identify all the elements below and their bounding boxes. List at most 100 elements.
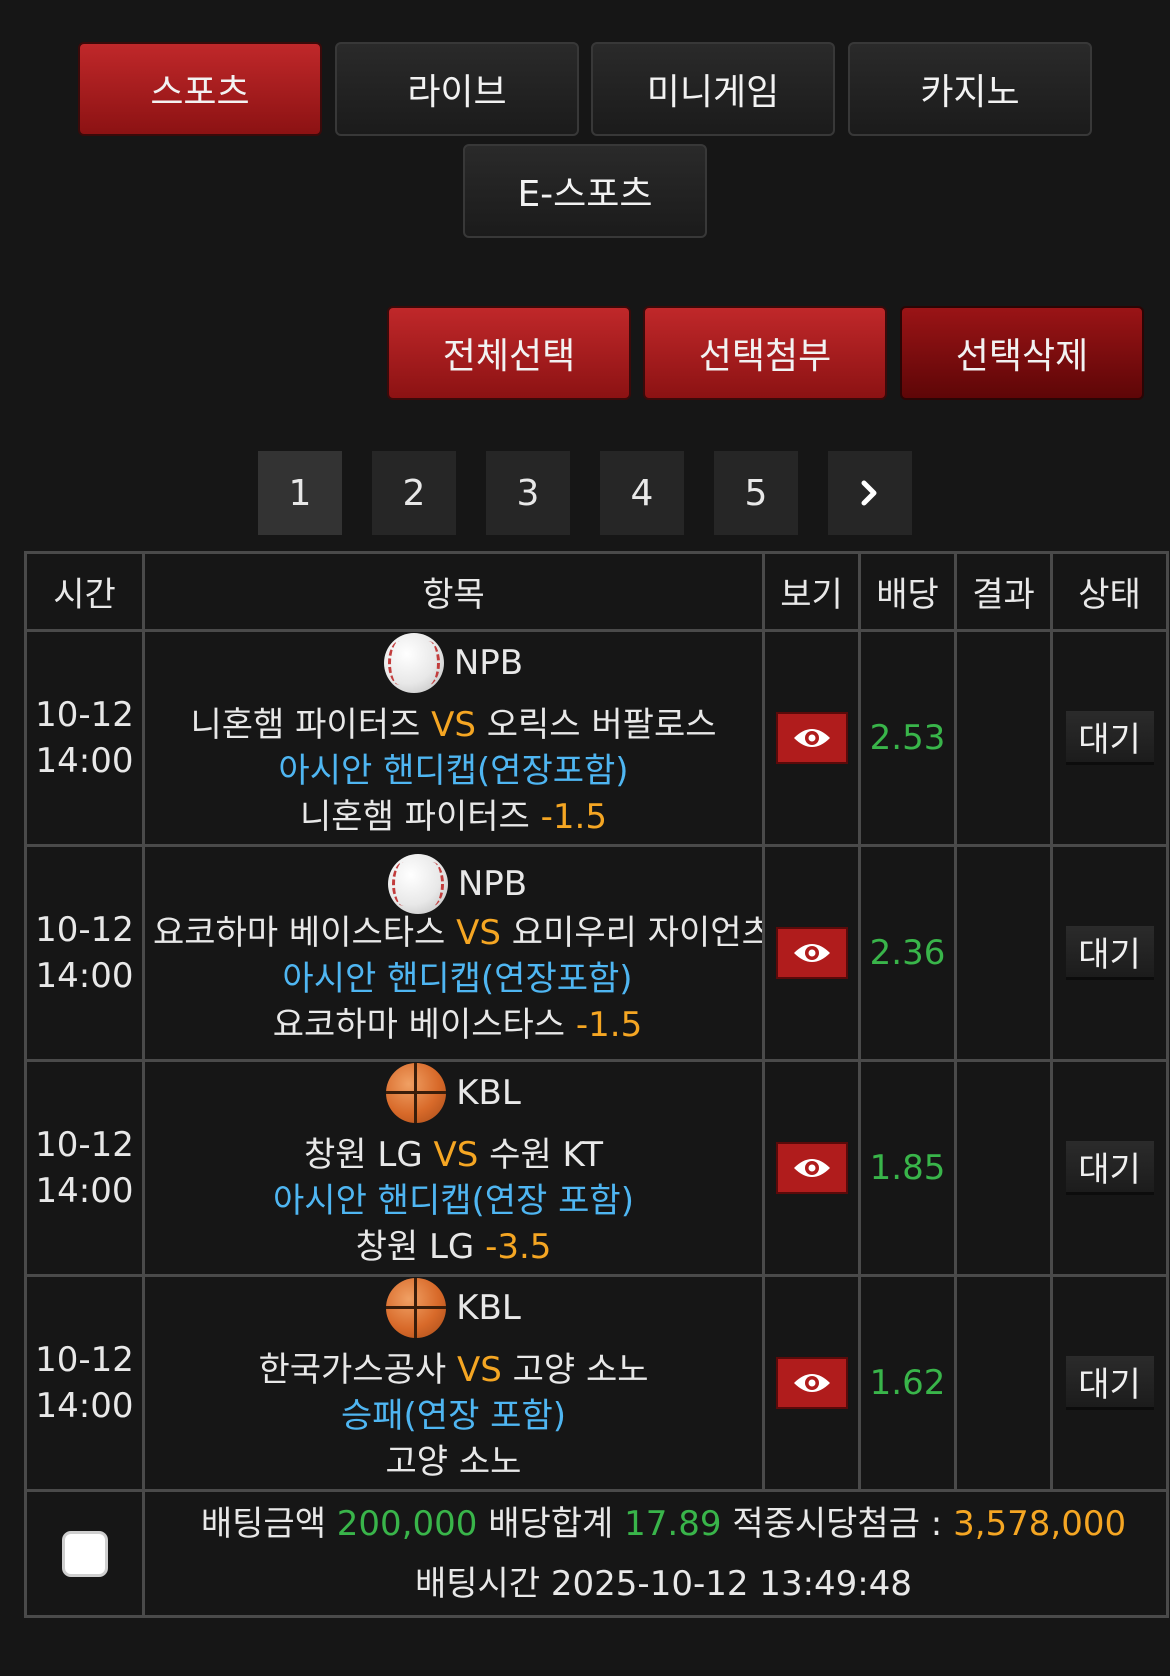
- market-type: 아시안 핸디캡(연장 포함): [273, 1180, 634, 1221]
- view-cell: [762, 844, 861, 1062]
- next-page-button[interactable]: [828, 451, 912, 535]
- page-4-button[interactable]: 4: [600, 451, 684, 535]
- bet-date: 10-12: [35, 1340, 134, 1380]
- basketball-icon: [386, 1063, 447, 1123]
- result-value: [954, 1274, 1053, 1492]
- bet-amount-value: 200,000: [336, 1503, 478, 1544]
- tab-sports[interactable]: 스포츠: [78, 42, 322, 136]
- home-team: 창원 LG: [304, 1134, 423, 1175]
- bet-select-checkbox[interactable]: [61, 1530, 108, 1577]
- page-5-button[interactable]: 5: [714, 451, 798, 535]
- attach-selected-button[interactable]: 선택첨부: [643, 306, 887, 400]
- away-team: 요미우리 자이언츠: [511, 913, 764, 953]
- bet-time-cell: 10-12 14:00: [24, 1274, 145, 1492]
- status-badge: 대기: [1065, 1356, 1154, 1410]
- bet-hour: 14:00: [35, 1386, 134, 1426]
- bet-date: 10-12: [35, 910, 134, 950]
- away-team: 수원 KT: [489, 1134, 603, 1175]
- home-team: 니혼햄 파이터즈: [190, 704, 421, 745]
- bet-summary-row: 배팅금액 200,000 배당합계 17.89 적중시당첨금 : 3,578,0…: [24, 1489, 1169, 1618]
- col-view-header: 보기: [762, 551, 861, 632]
- baseball-icon: [387, 854, 448, 914]
- eye-icon: [793, 729, 830, 747]
- bet-item-cell: KBL 창원 LG VS 수원 KT 아시안 핸디캡(연장 포함) 창원 LG …: [142, 1059, 765, 1277]
- bet-time-value: 2025-10-12 13:49:48: [550, 1563, 913, 1604]
- pick-team: 요코하마 베이스타스: [272, 1005, 566, 1045]
- bet-time-cell: 10-12 14:00: [24, 629, 145, 847]
- bet-item-cell: NPB 요코하마 베이스타스 VS 요미우리 자이언츠 아시안 핸디캡(연장포함…: [142, 844, 765, 1062]
- pick-team: 니혼햄 파이터즈: [300, 796, 530, 837]
- view-cell: [762, 629, 861, 847]
- odds-value: 2.36: [858, 844, 957, 1062]
- tab-casino[interactable]: 카지노: [848, 42, 1092, 136]
- view-detail-button[interactable]: [775, 1357, 848, 1409]
- pick-team: 창원 LG: [355, 1226, 475, 1267]
- odds-value: 1.85: [858, 1059, 957, 1277]
- pick-team: 고양 소노: [385, 1441, 522, 1482]
- tab-minigame[interactable]: 미니게임: [591, 42, 835, 136]
- status-cell: 대기: [1050, 1059, 1169, 1277]
- select-all-button[interactable]: 전체선택: [387, 306, 631, 400]
- bet-item-cell: KBL 한국가스공사 VS 고양 소노 승패(연장 포함) 고양 소노: [142, 1274, 765, 1492]
- view-cell: [762, 1274, 861, 1492]
- col-odds-header: 배당: [858, 551, 957, 632]
- handicap-value: -1.5: [540, 796, 607, 837]
- league-name: NPB: [453, 642, 524, 683]
- vs-label: VS: [456, 913, 501, 953]
- away-team: 고양 소노: [512, 1349, 649, 1390]
- bet-hour: 14:00: [35, 741, 134, 781]
- chevron-right-icon: [861, 480, 877, 506]
- eye-icon: [793, 1159, 830, 1177]
- eye-icon: [793, 1374, 830, 1392]
- eye-icon: [793, 944, 830, 962]
- bet-summary: 배팅금액 200,000 배당합계 17.89 적중시당첨금 : 3,578,0…: [142, 1489, 1169, 1618]
- payout-value: 3,578,000: [953, 1503, 1127, 1544]
- view-detail-button[interactable]: [775, 1142, 848, 1194]
- baseball-icon: [383, 633, 444, 693]
- result-value: [954, 844, 1053, 1062]
- league-name: KBL: [456, 1072, 521, 1113]
- result-value: [954, 1059, 1053, 1277]
- payout-label: 적중시당첨금 :: [732, 1503, 943, 1544]
- total-odds-value: 17.89: [624, 1503, 722, 1544]
- bet-time-cell: 10-12 14:00: [24, 844, 145, 1062]
- home-team: 요코하마 베이스타스: [153, 913, 446, 953]
- vs-label: VS: [431, 704, 476, 745]
- bet-hour: 14:00: [35, 956, 134, 996]
- odds-value: 1.62: [858, 1274, 957, 1492]
- basketball-icon: [386, 1278, 447, 1338]
- status-cell: 대기: [1050, 629, 1169, 847]
- col-status-header: 상태: [1050, 551, 1169, 632]
- bet-date: 10-12: [35, 1125, 134, 1165]
- league-name: KBL: [456, 1287, 521, 1328]
- view-detail-button[interactable]: [775, 927, 848, 979]
- status-badge: 대기: [1065, 1141, 1154, 1195]
- league-name: NPB: [457, 864, 528, 904]
- bet-date: 10-12: [35, 695, 134, 735]
- tab-esports[interactable]: E-스포츠: [463, 144, 707, 238]
- table-row: 10-12 14:00 KBL 한국가스공사 VS 고양 소노 승패(연장 포함)…: [24, 1274, 1169, 1492]
- market-type: 승패(연장 포함): [340, 1395, 567, 1436]
- col-result-header: 결과: [954, 551, 1053, 632]
- status-cell: 대기: [1050, 844, 1169, 1062]
- bet-hour: 14:00: [35, 1171, 134, 1211]
- vs-label: VS: [433, 1134, 479, 1175]
- result-value: [954, 629, 1053, 847]
- status-cell: 대기: [1050, 1274, 1169, 1492]
- select-cell: [24, 1489, 145, 1618]
- table-header-row: 시간 항목 보기 배당 결과 상태: [24, 551, 1169, 632]
- handicap-value: -3.5: [485, 1226, 552, 1267]
- page-2-button[interactable]: 2: [372, 451, 456, 535]
- bet-time-cell: 10-12 14:00: [24, 1059, 145, 1277]
- page-1-button[interactable]: 1: [258, 451, 342, 535]
- market-type: 아시안 핸디캡(연장포함): [282, 959, 633, 999]
- delete-selected-button[interactable]: 선택삭제: [900, 306, 1144, 400]
- col-item-header: 항목: [142, 551, 765, 632]
- bet-time-label: 배팅시간: [414, 1563, 541, 1604]
- tab-live[interactable]: 라이브: [335, 42, 579, 136]
- view-cell: [762, 1059, 861, 1277]
- view-detail-button[interactable]: [775, 712, 848, 764]
- market-type: 아시안 핸디캡(연장포함): [278, 750, 629, 791]
- handicap-value: -1.5: [575, 1005, 643, 1045]
- page-3-button[interactable]: 3: [486, 451, 570, 535]
